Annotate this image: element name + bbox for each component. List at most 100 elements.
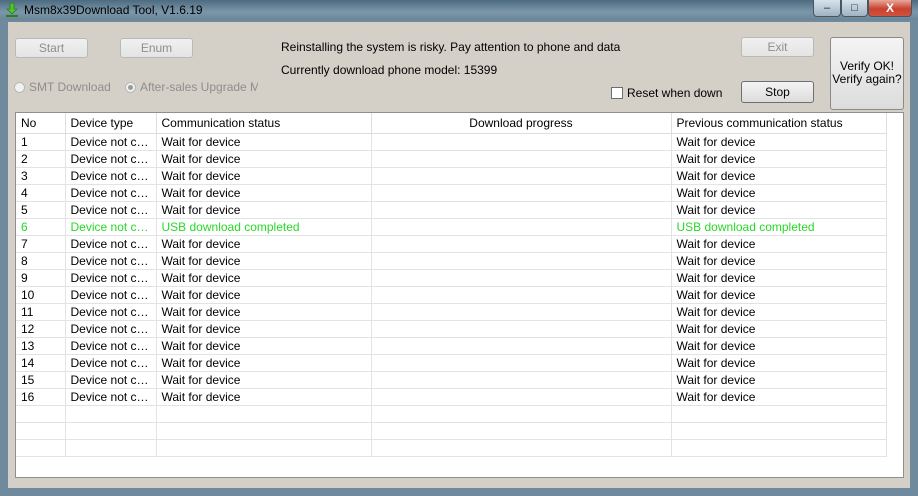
cell-type: Device not co... — [65, 320, 157, 338]
column-header-device-type[interactable]: Device type — [65, 113, 157, 134]
cell-type: Device not co... — [65, 337, 157, 355]
app-window: Msm8x39Download Tool, V1.6.19 – □ X Star… — [0, 0, 918, 496]
cell-type: Device not co... — [65, 218, 157, 236]
cell-type: Device not co... — [65, 184, 157, 202]
cell-no: 5 — [16, 201, 66, 219]
table-row[interactable]: 13 Device not co... Wait for device Wait fo… — [16, 337, 887, 355]
empty-row — [16, 422, 887, 440]
cell-no: 11 — [16, 303, 66, 321]
table-row[interactable]: 10 Device not co... Wait for device Wait fo… — [16, 286, 887, 304]
exit-button[interactable]: Exit — [741, 37, 814, 57]
cell-no: 4 — [16, 184, 66, 202]
verify-line-2: Verify again? — [832, 72, 902, 86]
window-title: Msm8x39Download Tool, V1.6.19 — [24, 3, 203, 17]
cell-progress — [371, 252, 672, 270]
cell-progress — [371, 320, 672, 338]
cell-no: 12 — [16, 320, 66, 338]
cell-prev: Wait for device — [671, 133, 887, 151]
table-row[interactable]: 15 Device not co... Wait for device Wait fo… — [16, 371, 887, 389]
cell-progress — [371, 337, 672, 355]
risk-warning-text: Reinstalling the system is risky. Pay at… — [281, 40, 621, 54]
cell-prev: Wait for device — [671, 286, 887, 304]
cell-progress — [371, 269, 672, 287]
cell-prev: Wait for device — [671, 150, 887, 168]
cell-prev: Wait for device — [671, 303, 887, 321]
cell-type: Device not co... — [65, 388, 157, 406]
cell-prev: Wait for device — [671, 337, 887, 355]
cell-progress — [371, 150, 672, 168]
cell-type: Device not co... — [65, 167, 157, 185]
enum-button[interactable]: Enum — [120, 38, 193, 58]
cell-no: 1 — [16, 133, 66, 151]
cell-progress — [371, 184, 672, 202]
table-row[interactable]: 11 Device not co... Wait for device Wait fo… — [16, 303, 887, 321]
table-row[interactable]: 8 Device not co... Wait for device Wait for… — [16, 252, 887, 270]
title-bar[interactable]: Msm8x39Download Tool, V1.6.19 – □ X — [0, 0, 918, 20]
cell-prev: Wait for device — [671, 320, 887, 338]
verify-button[interactable]: Verify OK! Verify again? — [830, 37, 904, 110]
column-header-no[interactable]: No — [16, 113, 66, 134]
cell-status: Wait for device — [156, 133, 372, 151]
table-row[interactable]: 6 Device not co... USB download completed U… — [16, 218, 887, 236]
phone-model-text: Currently download phone model: 15399 — [281, 63, 498, 77]
cell-status: Wait for device — [156, 303, 372, 321]
reset-when-download-checkbox[interactable]: Reset when downlo — [611, 86, 722, 100]
cell-status: Wait for device — [156, 201, 372, 219]
close-button[interactable]: X — [868, 0, 912, 17]
cell-progress — [371, 286, 672, 304]
device-table[interactable]: No Device type Communication status Down… — [15, 112, 904, 478]
table-body: 1 Device not co... Wait for device Wait for… — [16, 133, 887, 457]
cell-type: Device not co... — [65, 303, 157, 321]
cell-no: 13 — [16, 337, 66, 355]
empty-row — [16, 439, 887, 457]
start-button[interactable]: Start — [15, 38, 88, 58]
cell-no: 6 — [16, 218, 66, 236]
table-row[interactable]: 3 Device not co... Wait for device Wait for… — [16, 167, 887, 185]
cell-no: 16 — [16, 388, 66, 406]
cell-type: Device not co... — [65, 133, 157, 151]
table-row[interactable]: 1 Device not co... Wait for device Wait for… — [16, 133, 887, 151]
cell-prev: Wait for device — [671, 252, 887, 270]
table-row[interactable]: 5 Device not co... Wait for device Wait for… — [16, 201, 887, 219]
maximize-button[interactable]: □ — [841, 0, 868, 17]
stop-button[interactable]: Stop — [741, 81, 814, 103]
cell-status: Wait for device — [156, 286, 372, 304]
aftersales-mode-label: After-sales Upgrade Mod — [140, 80, 258, 94]
checkbox-unchecked-icon — [611, 87, 623, 99]
client-area: Start Enum Reinstalling the system is ri… — [8, 22, 910, 488]
cell-type: Device not co... — [65, 235, 157, 253]
cell-progress — [371, 235, 672, 253]
table-row[interactable]: 7 Device not co... Wait for device Wait for… — [16, 235, 887, 253]
cell-type: Device not co... — [65, 286, 157, 304]
column-header-communication-status[interactable]: Communication status — [156, 113, 372, 134]
cell-type: Device not co... — [65, 354, 157, 372]
table-row[interactable]: 9 Device not co... Wait for device Wait for… — [16, 269, 887, 287]
cell-status: Wait for device — [156, 184, 372, 202]
table-row[interactable]: 16 Device not co... Wait for device Wait fo… — [16, 388, 887, 406]
cell-progress — [371, 354, 672, 372]
empty-row — [16, 405, 887, 423]
cell-no: 14 — [16, 354, 66, 372]
smt-download-mode-radio[interactable]: SMT Download Mo — [14, 80, 114, 94]
cell-prev: USB download completed — [671, 218, 887, 236]
cell-no: 2 — [16, 150, 66, 168]
smt-mode-label: SMT Download Mo — [29, 80, 114, 94]
aftersales-upgrade-mode-radio[interactable]: After-sales Upgrade Mod — [125, 80, 258, 94]
column-header-previous-status[interactable]: Previous communication status — [671, 113, 887, 134]
table-row[interactable]: 2 Device not co... Wait for device Wait for… — [16, 150, 887, 168]
cell-no: 9 — [16, 269, 66, 287]
download-arrow-icon — [6, 2, 18, 17]
cell-status: Wait for device — [156, 252, 372, 270]
cell-type: Device not co... — [65, 252, 157, 270]
cell-status: Wait for device — [156, 167, 372, 185]
column-header-download-progress[interactable]: Download progress — [371, 113, 672, 134]
table-row[interactable]: 4 Device not co... Wait for device Wait for… — [16, 184, 887, 202]
cell-status: Wait for device — [156, 235, 372, 253]
cell-status: Wait for device — [156, 320, 372, 338]
cell-no: 10 — [16, 286, 66, 304]
cell-status: Wait for device — [156, 150, 372, 168]
table-row[interactable]: 12 Device not co... Wait for device Wait fo… — [16, 320, 887, 338]
minimize-button[interactable]: – — [813, 0, 841, 17]
cell-status: Wait for device — [156, 371, 372, 389]
table-row[interactable]: 14 Device not co... Wait for device Wait fo… — [16, 354, 887, 372]
